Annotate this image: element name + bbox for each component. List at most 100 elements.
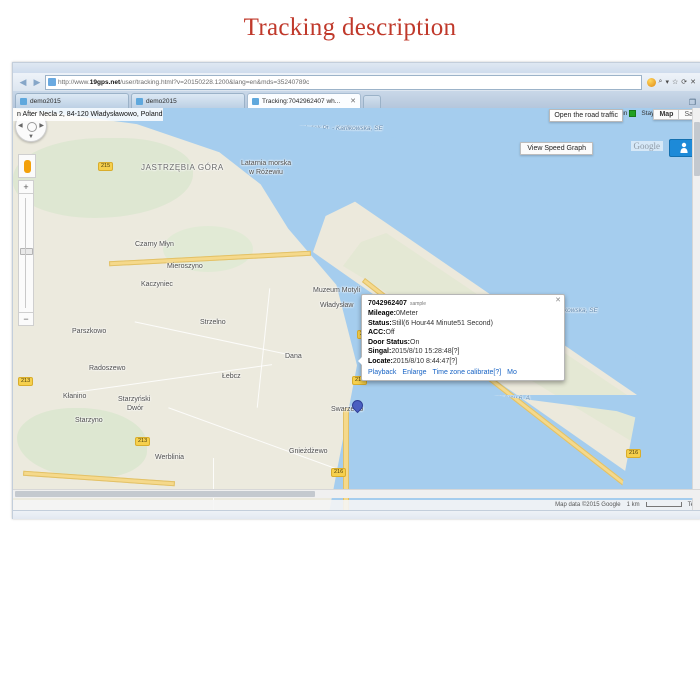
map-label: Radoszewo (89, 365, 126, 372)
chevron-down-icon[interactable]: ▾ (665, 78, 669, 86)
info-label-status: Status: (368, 319, 392, 327)
forward-icon[interactable]: ▶ (31, 76, 43, 88)
browser-tab-1[interactable]: demo2015 (15, 93, 129, 108)
map-label: Kłanino (63, 393, 87, 400)
horizontal-scrollbar[interactable] (13, 489, 700, 498)
info-row-door-status: Door Status:On (368, 338, 558, 348)
window-buttons: ❐ (684, 98, 700, 108)
road-traffic-tooltip: Open the road traffic (549, 109, 623, 122)
map-label: Muzeum Motyli (313, 287, 361, 294)
map-label: Kaczyniec (141, 281, 173, 288)
green-area-1 (13, 138, 193, 218)
playback-link[interactable]: Playback (368, 369, 396, 376)
more-link[interactable]: Mo (507, 369, 517, 376)
zoom-control[interactable]: + − (18, 180, 34, 326)
url-text: http://www.19gps.net/user/tracking.html?… (58, 78, 310, 86)
info-value-status: Still(6 Hour44 Minute51 Second) (391, 319, 493, 327)
info-value-acc: Off (385, 329, 395, 336)
home-icon[interactable]: ❐ (689, 98, 696, 107)
map-label: Czarny Młyn (135, 241, 174, 248)
info-label-door-status: Door Status: (368, 338, 410, 346)
pegman-icon (23, 159, 31, 173)
info-value-signal: 2015/8/10 15:28:48[?] (391, 348, 460, 355)
map-type-map-button[interactable]: Map (653, 109, 680, 120)
map-label: Starzyński (118, 396, 151, 403)
pan-right-icon[interactable]: ▶ (39, 122, 44, 129)
search-icon[interactable]: ⌕ (659, 78, 663, 86)
vertical-scrollbar[interactable] (692, 108, 700, 510)
info-row-locate: Locate:2015/8/10 8:44:47[?] (368, 357, 558, 367)
zoom-slider-thumb[interactable] (20, 248, 33, 255)
map-label: Mieroszyno (167, 263, 203, 270)
browser-tab-3-active[interactable]: Tracking:7042962407 wh... ✕ (247, 93, 361, 108)
horizontal-scrollbar-thumb[interactable] (15, 491, 315, 497)
info-value-locate: 2015/8/10 8:44:47[?] (392, 357, 458, 365)
road-shield: 216 (626, 449, 642, 458)
close-tab-icon[interactable]: ✕ (350, 97, 356, 105)
tab-label: Tracking:7042962407 wh... (262, 97, 341, 105)
tab-favicon-icon (252, 97, 259, 105)
road-shield: 213 (135, 437, 151, 446)
vehicle-marker[interactable] (349, 397, 366, 414)
map-label: Strzelno (200, 319, 226, 326)
info-row-status: Status:Still(6 Hour44 Minute51 Second) (368, 319, 558, 329)
url-input[interactable]: http://www.19gps.net/user/tracking.html?… (45, 74, 642, 90)
info-label-mileage: Mileage: (368, 310, 397, 317)
browser-tab-2[interactable]: demo2015 (131, 93, 245, 108)
close-info-window-icon[interactable]: ✕ (555, 296, 561, 304)
enlarge-link[interactable]: Enlarge (402, 369, 426, 376)
tab-favicon-icon (20, 97, 27, 105)
zoom-slider-track[interactable] (18, 194, 34, 312)
info-value-door-status: On (410, 338, 420, 346)
view-speed-graph-button[interactable]: View Speed Graph (520, 142, 593, 155)
map-label: Latarnia morska (241, 160, 292, 167)
info-label-locate: Locate: (368, 357, 393, 365)
local-road-3 (168, 407, 338, 470)
tab-label: demo2015 (146, 97, 177, 105)
back-icon[interactable]: ◀ (17, 76, 29, 88)
browser-status-bar (13, 510, 700, 519)
pan-center-icon[interactable] (27, 122, 37, 132)
local-road-1 (134, 321, 292, 356)
time-zone-calibrate-link[interactable]: Time zone calibrate[?] (433, 369, 502, 376)
favorites-icon[interactable]: ☆ (672, 78, 678, 86)
info-value-mileage: 0Meter (396, 310, 418, 317)
device-subtitle: sample (409, 301, 427, 307)
info-window-title: 7042962407 sample (368, 300, 558, 307)
zoom-out-button[interactable]: − (18, 312, 34, 326)
info-row-mileage: Mileage:0Meter (368, 309, 558, 319)
page-title: Tracking description (243, 14, 457, 41)
map-canvas[interactable]: ▲ ◀ ▶ ▼ + − JASTRZĘBIA GÓRALatarnia mors… (13, 108, 700, 510)
tab-favicon-icon (136, 97, 143, 105)
road-shield: 216 (331, 468, 347, 477)
map-label: Łebcz (222, 373, 241, 380)
pan-left-icon[interactable]: ◀ (18, 122, 23, 129)
road-shield: 213 (18, 377, 34, 386)
map-label: w Różewiu (249, 169, 283, 176)
new-tab-button[interactable] (363, 95, 381, 108)
scale-label: 1 km (626, 502, 640, 508)
address-bar-tools: ⌕ ▾ ☆ ⟳ ✕ (644, 77, 699, 87)
refresh-icon[interactable]: ⟳ (681, 78, 687, 86)
zoom-in-button[interactable]: + (18, 180, 34, 194)
legend-swatch-run-icon (629, 110, 637, 117)
device-id: 7042962407 (368, 300, 407, 307)
info-label-signal: Singal: (368, 348, 392, 355)
map-label: Władysław (320, 302, 354, 309)
map-label: Dwór (127, 405, 144, 412)
pan-down-icon[interactable]: ▼ (28, 134, 34, 140)
browser-window: ◀ ▶ http://www.19gps.net/user/tracking.h… (12, 62, 700, 519)
scale-bar-icon (645, 501, 682, 507)
map-label: Werblinia (155, 454, 185, 461)
pegman-icon (680, 142, 688, 153)
compatibility-view-icon[interactable] (646, 77, 656, 87)
position-address: n After Necla 2, 84-120 Władysławowo, Po… (13, 108, 163, 121)
vertical-scrollbar-thumb[interactable] (694, 122, 700, 176)
map-label: Parszkowo (72, 328, 107, 335)
browser-address-bar: ◀ ▶ http://www.19gps.net/user/tracking.h… (13, 73, 700, 91)
stop-icon[interactable]: ✕ (690, 78, 696, 86)
tracking-app: ▲ ◀ ▶ ▼ + − JASTRZĘBIA GÓRALatarnia mors… (13, 108, 700, 510)
street-view-pegman[interactable] (18, 154, 36, 178)
info-window-links: Playback Enlarge Time zone calibrate[?] … (368, 369, 558, 376)
device-info-window[interactable]: ✕ 7042962407 sample Mileage:0Meter Status… (358, 294, 565, 381)
